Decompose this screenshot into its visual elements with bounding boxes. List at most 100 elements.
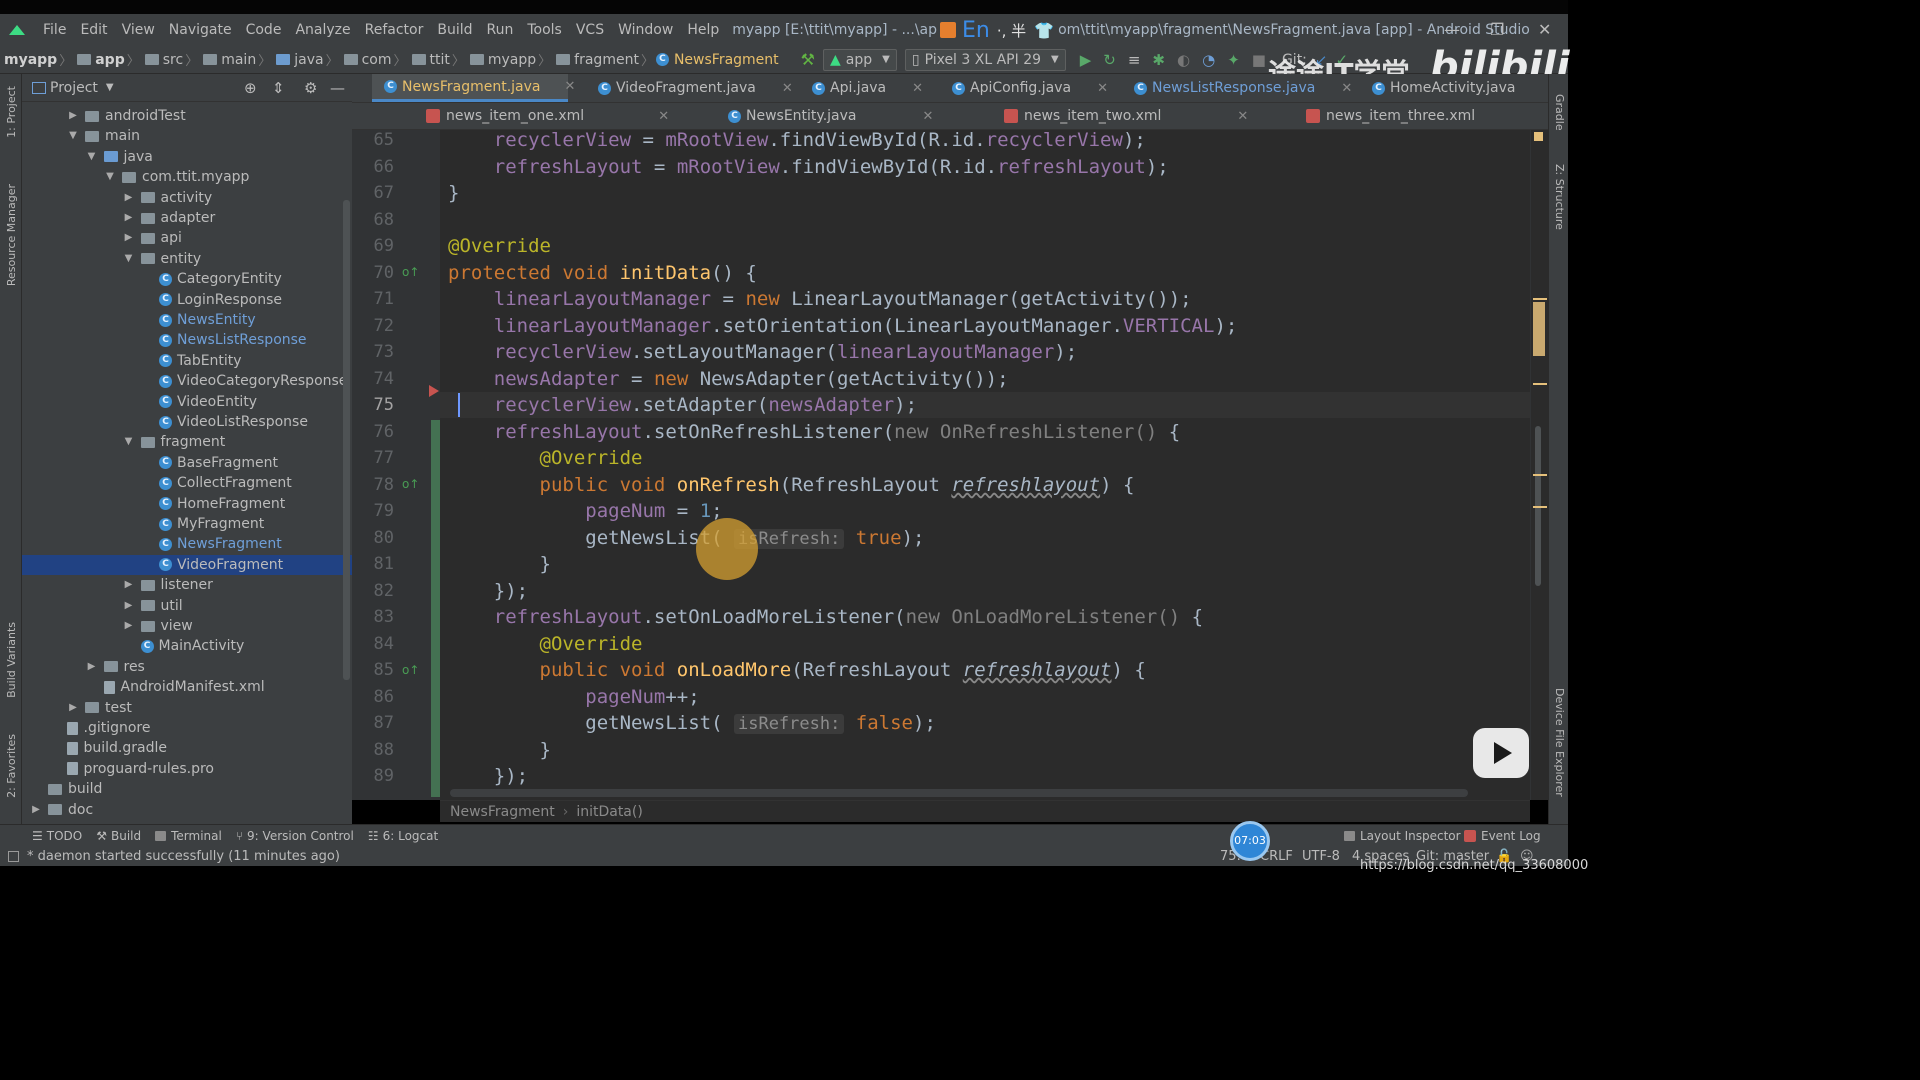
expanded-arrow-icon[interactable]: ▼ <box>123 432 135 452</box>
collapse-all-icon[interactable]: ⇕ <box>272 79 285 97</box>
debug-icon[interactable]: ✱ <box>1152 51 1165 69</box>
breadcrumb-class[interactable]: NewsFragment <box>450 804 555 820</box>
line-number[interactable]: 70 <box>352 260 394 286</box>
stop-icon[interactable]: ■ <box>1252 51 1266 69</box>
line-number[interactable]: 82 <box>352 578 394 604</box>
line-number[interactable]: 65 <box>352 127 394 153</box>
expanded-arrow-icon[interactable]: ▼ <box>86 147 98 167</box>
device-file-explorer-tab[interactable]: Device File Explorer <box>1553 688 1566 797</box>
project-tool-tab[interactable]: 1: Project <box>5 86 18 138</box>
line-number[interactable]: 88 <box>352 737 394 763</box>
tree-item[interactable]: ▶ doc <box>22 800 352 820</box>
override-method-icon[interactable]: o↑ <box>402 664 419 676</box>
crumb-myapp[interactable]: myapp <box>4 52 57 68</box>
tree-item[interactable]: C VideoListResponse <box>22 412 352 432</box>
line-number[interactable]: 75 <box>352 392 394 418</box>
collapsed-arrow-icon[interactable]: ▶ <box>123 228 135 248</box>
close-tab-icon[interactable]: ✕ <box>1237 109 1248 124</box>
expanded-arrow-icon[interactable]: ▼ <box>123 249 135 269</box>
line-number[interactable]: 66 <box>352 154 394 180</box>
crumb-myapp-pkg[interactable]: myapp <box>467 52 536 68</box>
stripe-mark[interactable] <box>1533 298 1547 300</box>
menu-view[interactable]: View <box>115 14 162 46</box>
crumb-main[interactable]: main <box>200 52 256 68</box>
expanded-arrow-icon[interactable]: ▼ <box>67 126 79 146</box>
collapsed-arrow-icon[interactable]: ▶ <box>123 575 135 595</box>
collapsed-arrow-icon[interactable]: ▶ <box>67 106 79 126</box>
tab-api-java[interactable]: C Api.java ✕ <box>812 74 923 102</box>
line-number[interactable]: 79 <box>352 498 394 524</box>
tool-tab-terminal[interactable]: Terminal <box>155 829 222 843</box>
tool-tab-build[interactable]: ⚒ Build <box>96 829 141 843</box>
ime-language[interactable]: En <box>962 18 990 43</box>
menu-build[interactable]: Build <box>430 14 479 46</box>
menu-run[interactable]: Run <box>480 14 521 46</box>
menu-tools[interactable]: Tools <box>520 14 569 46</box>
tree-item[interactable]: ▼ fragment <box>22 432 352 452</box>
tree-item[interactable]: ▶ activity <box>22 188 352 208</box>
editor-horizontal-scrollbar[interactable] <box>450 789 1468 797</box>
crumb-newsfragment[interactable]: C NewsFragment <box>655 52 779 68</box>
collapsed-arrow-icon[interactable]: ▶ <box>123 596 135 616</box>
line-number[interactable]: 89 <box>352 763 394 789</box>
restore-icon[interactable]: ❐ <box>1490 14 1504 46</box>
line-number[interactable]: 87 <box>352 710 394 736</box>
profile-icon[interactable]: ◔ <box>1202 51 1215 69</box>
override-method-icon[interactable]: o↑ <box>402 478 419 490</box>
tab-news-item-one-xml[interactable]: news_item_one.xml ✕ <box>426 103 669 129</box>
close-icon[interactable]: ✕ <box>1538 14 1551 46</box>
tree-item[interactable]: ▶ listener <box>22 575 352 595</box>
status-panel-icon[interactable] <box>8 850 19 862</box>
crumb-ttit[interactable]: ttit <box>409 52 450 68</box>
gradle-tab[interactable]: Gradle <box>1553 94 1566 131</box>
tree-item[interactable]: C NewsFragment <box>22 534 352 554</box>
tree-item[interactable]: build <box>22 779 352 799</box>
menu-vcs[interactable]: VCS <box>569 14 611 46</box>
tree-item[interactable]: ▶ util <box>22 596 352 616</box>
build-variants-tab[interactable]: Build Variants <box>5 622 18 698</box>
collapsed-arrow-icon[interactable]: ▶ <box>67 698 79 718</box>
tree-item[interactable]: ▶ res <box>22 657 352 677</box>
tree-item[interactable]: C NewsEntity <box>22 310 352 330</box>
menu-edit[interactable]: Edit <box>73 14 114 46</box>
stripe-mark[interactable] <box>1533 383 1547 385</box>
menu-file[interactable]: File <box>36 14 73 46</box>
menu-refactor[interactable]: Refactor <box>358 14 431 46</box>
close-tab-icon[interactable]: ✕ <box>782 81 793 96</box>
menu-code[interactable]: Code <box>239 14 289 46</box>
tree-item[interactable]: C VideoFragment <box>22 554 352 575</box>
menu-help[interactable]: Help <box>680 14 726 46</box>
highlight-marker[interactable] <box>1533 302 1545 356</box>
chevron-down-icon[interactable]: ▼ <box>106 82 114 93</box>
minimize-icon[interactable]: — <box>1444 14 1460 46</box>
tool-tab-event-log[interactable]: Event Log <box>1464 829 1541 843</box>
collapsed-arrow-icon[interactable]: ▶ <box>123 616 135 636</box>
run-config-dropdown[interactable]: ▲ app ▼ <box>823 48 897 71</box>
line-number[interactable]: 77 <box>352 445 394 471</box>
tree-item[interactable]: C VideoEntity <box>22 392 352 412</box>
crumb-com[interactable]: com <box>341 52 391 68</box>
favorites-tab[interactable]: 2: Favorites <box>5 734 18 798</box>
tree-item[interactable]: ▶ adapter <box>22 208 352 228</box>
tree-item[interactable]: C BaseFragment <box>22 453 352 473</box>
collapsed-arrow-icon[interactable]: ▶ <box>30 800 42 820</box>
crumb-app[interactable]: app <box>74 52 125 68</box>
tree-item[interactable]: C CollectFragment <box>22 473 352 493</box>
breadcrumb-method[interactable]: initData() <box>576 804 643 820</box>
line-number[interactable]: 68 <box>352 207 394 233</box>
close-tab-icon[interactable]: ✕ <box>1097 81 1108 96</box>
tree-item[interactable]: C TabEntity <box>22 351 352 371</box>
tree-item[interactable]: C HomeFragment <box>22 494 352 514</box>
line-number[interactable]: 85 <box>352 657 394 683</box>
gear-icon[interactable]: ⚙ <box>304 79 317 97</box>
tree-item[interactable]: C VideoCategoryResponse <box>22 371 352 391</box>
breakpoint-arrow-icon[interactable] <box>429 385 439 397</box>
tree-item[interactable]: ▶ androidTest <box>22 106 352 126</box>
tab-newslistresponse-java[interactable]: C NewsListResponse.java ✕ <box>1134 74 1352 102</box>
attach-debugger-icon[interactable]: ✦ <box>1227 51 1240 69</box>
tree-item[interactable]: C MyFragment <box>22 514 352 534</box>
project-view-selector[interactable]: Project <box>50 80 98 96</box>
tree-item[interactable]: C LoginResponse <box>22 290 352 310</box>
locate-icon[interactable]: ⊕ <box>244 79 257 97</box>
stripe-mark[interactable] <box>1533 474 1547 476</box>
